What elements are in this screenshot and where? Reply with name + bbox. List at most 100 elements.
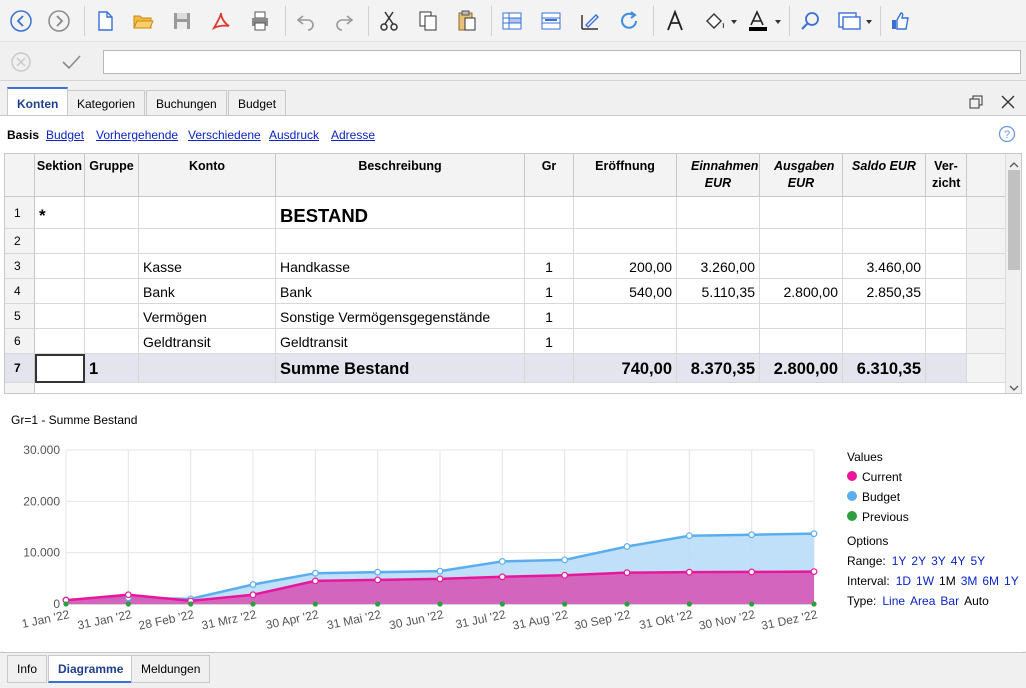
row-number[interactable]: 1 (5, 197, 35, 229)
text-color-icon[interactable] (744, 6, 784, 36)
table-cell-saldo[interactable] (843, 197, 926, 229)
scroll-thumb[interactable] (1008, 170, 1020, 270)
table-cell-konto[interactable]: Geldtransit (139, 329, 276, 354)
col-saldo[interactable]: Saldo EUR (843, 154, 926, 197)
table-cell-verzicht[interactable] (926, 197, 967, 229)
print-icon[interactable] (245, 6, 275, 36)
table-cell-ausgaben[interactable] (760, 304, 843, 329)
table-cell-konto[interactable] (139, 197, 276, 229)
row-number[interactable]: 5 (5, 304, 35, 329)
legend-item-budget[interactable]: Budget (847, 490, 900, 504)
refresh-icon[interactable] (614, 6, 644, 36)
interval-option[interactable]: 6M (982, 574, 999, 588)
table-cell-beschreibung[interactable]: BESTAND (276, 197, 525, 229)
open-folder-icon[interactable] (128, 6, 158, 36)
col-eroeffnung[interactable]: Eröffnung (574, 154, 677, 197)
col-einnahmen[interactable]: Einnahmen EUR (677, 154, 760, 197)
table-cell-konto[interactable] (139, 229, 276, 254)
window-icon[interactable] (834, 6, 876, 36)
view-budget[interactable]: Budget (46, 128, 84, 142)
close-icon[interactable] (1000, 94, 1016, 113)
interval-option[interactable]: 1Y (1004, 574, 1019, 588)
type-option[interactable]: Area (910, 594, 935, 608)
table-cell-sektion[interactable] (35, 254, 85, 279)
range-option[interactable]: 4Y (951, 554, 966, 568)
copy-icon[interactable] (413, 6, 443, 36)
table-cell-beschreibung[interactable]: Bank (276, 279, 525, 304)
table-cell-einnahmen[interactable] (677, 229, 760, 254)
tab-buchungen[interactable]: Buchungen (146, 90, 227, 115)
row-number[interactable]: 4 (5, 279, 35, 304)
add-row-icon[interactable] (497, 6, 527, 36)
table-cell-gr[interactable]: 1 (525, 254, 574, 279)
row-number[interactable]: 6 (5, 329, 35, 354)
table-cell-eroeffnung[interactable] (574, 329, 677, 354)
table-cell-eroeffnung[interactable]: 200,00 (574, 254, 677, 279)
back-icon[interactable] (6, 6, 36, 36)
tab-kategorien[interactable]: Kategorien (67, 90, 146, 115)
table-cell-konto[interactable]: Bank (139, 279, 276, 304)
col-verzicht[interactable]: Ver-zicht (926, 154, 967, 197)
interval-option[interactable]: 1D (896, 574, 911, 588)
table-cell-einnahmen[interactable] (677, 304, 760, 329)
table-cell-saldo[interactable]: 6.310,35 (843, 354, 926, 383)
table-cell-verzicht[interactable] (926, 229, 967, 254)
table-cell-gr[interactable]: 1 (525, 329, 574, 354)
table-cell-sektion[interactable] (35, 329, 85, 354)
table-cell-saldo[interactable]: 2.850,35 (843, 279, 926, 304)
table-cell-saldo[interactable] (843, 229, 926, 254)
paste-icon[interactable] (452, 6, 482, 36)
table-cell-verzicht[interactable] (926, 329, 967, 354)
range-option[interactable]: 1Y (892, 554, 907, 568)
table-cell-gr[interactable] (525, 197, 574, 229)
insert-row-icon[interactable] (536, 6, 566, 36)
table-cell-gruppe[interactable] (85, 229, 139, 254)
view-adresse[interactable]: Adresse (331, 128, 375, 142)
table-cell-ausgaben[interactable] (760, 329, 843, 354)
table-cell-gruppe[interactable]: 1 (85, 354, 139, 383)
type-option[interactable]: Line (882, 594, 905, 608)
table-cell-beschreibung[interactable]: Geldtransit (276, 329, 525, 354)
interval-option[interactable]: 1W (916, 574, 934, 588)
tab-info[interactable]: Info (7, 655, 48, 683)
table-cell-gruppe[interactable] (85, 197, 139, 229)
table-cell-gruppe[interactable] (85, 254, 139, 279)
table-cell-ausgaben[interactable] (760, 197, 843, 229)
table-cell-sektion[interactable] (35, 229, 85, 254)
confirm-icon[interactable] (60, 51, 82, 76)
table-cell-beschreibung[interactable]: Sonstige Vermögensgegenstände (276, 304, 525, 329)
table-cell-beschreibung[interactable] (276, 229, 525, 254)
table-cell-einnahmen[interactable] (677, 197, 760, 229)
row-number[interactable]: 2 (5, 229, 35, 254)
table-cell-gr[interactable] (525, 354, 574, 383)
tab-meldungen[interactable]: Meldungen (131, 655, 211, 683)
table-cell-verzicht[interactable] (926, 254, 967, 279)
vertical-scrollbar[interactable] (1005, 154, 1021, 393)
legend-item-previous[interactable]: Previous (847, 510, 909, 524)
redo-icon[interactable] (329, 6, 359, 36)
row-number[interactable]: 7 (5, 354, 35, 383)
table-cell-beschreibung[interactable]: Handkasse (276, 254, 525, 279)
fill-color-icon[interactable] (700, 6, 740, 36)
table-cell-eroeffnung[interactable] (574, 197, 677, 229)
row-number[interactable]: 3 (5, 254, 35, 279)
table-cell-sektion[interactable] (35, 279, 85, 304)
like-icon[interactable] (885, 6, 915, 36)
table-cell-einnahmen[interactable] (677, 329, 760, 354)
table-cell-eroeffnung[interactable]: 740,00 (574, 354, 677, 383)
type-option[interactable]: Auto (964, 594, 989, 608)
table-cell-sektion[interactable] (35, 304, 85, 329)
edit-icon[interactable] (575, 6, 605, 36)
table-cell-saldo[interactable] (843, 329, 926, 354)
formula-input[interactable] (103, 50, 1021, 74)
table-cell-sektion[interactable] (35, 354, 85, 383)
table-cell-saldo[interactable] (843, 304, 926, 329)
interval-option[interactable]: 3M (961, 574, 978, 588)
forward-icon[interactable] (44, 6, 74, 36)
col-konto[interactable]: Konto (139, 154, 276, 197)
view-vorhergehende[interactable]: Vorhergehende (96, 128, 178, 142)
type-option[interactable]: Bar (940, 594, 959, 608)
restore-window-icon[interactable] (968, 94, 984, 113)
view-basis[interactable]: Basis (7, 128, 39, 142)
col-gr[interactable]: Gr (525, 154, 574, 197)
